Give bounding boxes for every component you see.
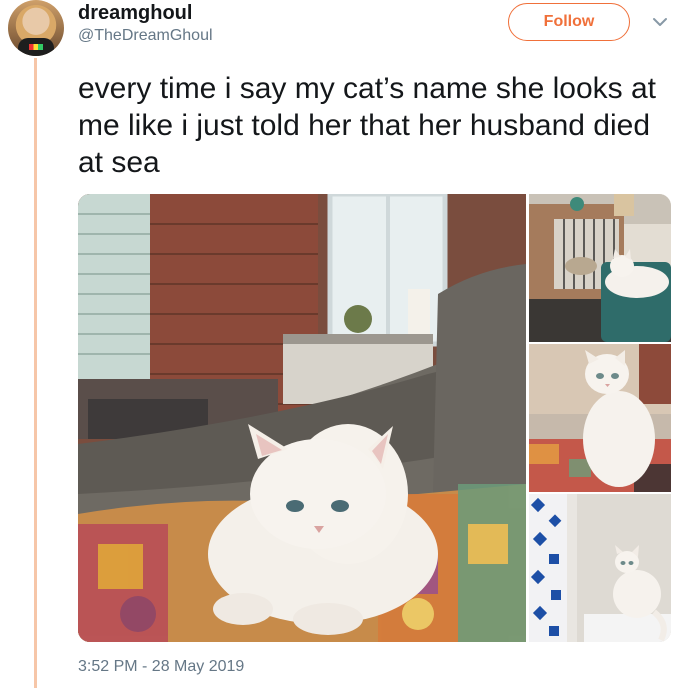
avatar-shirt-print	[29, 44, 43, 50]
photo-cat-in-bathroom[interactable]	[529, 494, 671, 642]
photo-cat-near-crate[interactable]	[529, 194, 671, 342]
photo-cat-sitting-image	[529, 344, 671, 492]
photo-cat-near-crate-image	[529, 194, 671, 342]
photo-cat-on-couch[interactable]	[78, 194, 526, 642]
avatar[interactable]	[8, 0, 64, 56]
tweet-text: every time i say my cat’s name she looks…	[78, 72, 656, 179]
follow-button[interactable]: Follow	[508, 3, 630, 41]
user-handle[interactable]: @TheDreamGhoul	[78, 27, 213, 45]
photo-cat-in-bathroom-image	[529, 494, 671, 642]
tweet-timestamp[interactable]: 3:52 PM - 28 May 2019	[78, 658, 244, 676]
display-name[interactable]: dreamghoul	[78, 2, 192, 25]
chevron-down-icon[interactable]	[650, 12, 670, 32]
media-grid[interactable]	[78, 194, 671, 642]
photo-cat-sitting[interactable]	[529, 344, 671, 492]
thread-line	[34, 58, 37, 688]
photo-cat-on-couch-image	[78, 194, 526, 642]
